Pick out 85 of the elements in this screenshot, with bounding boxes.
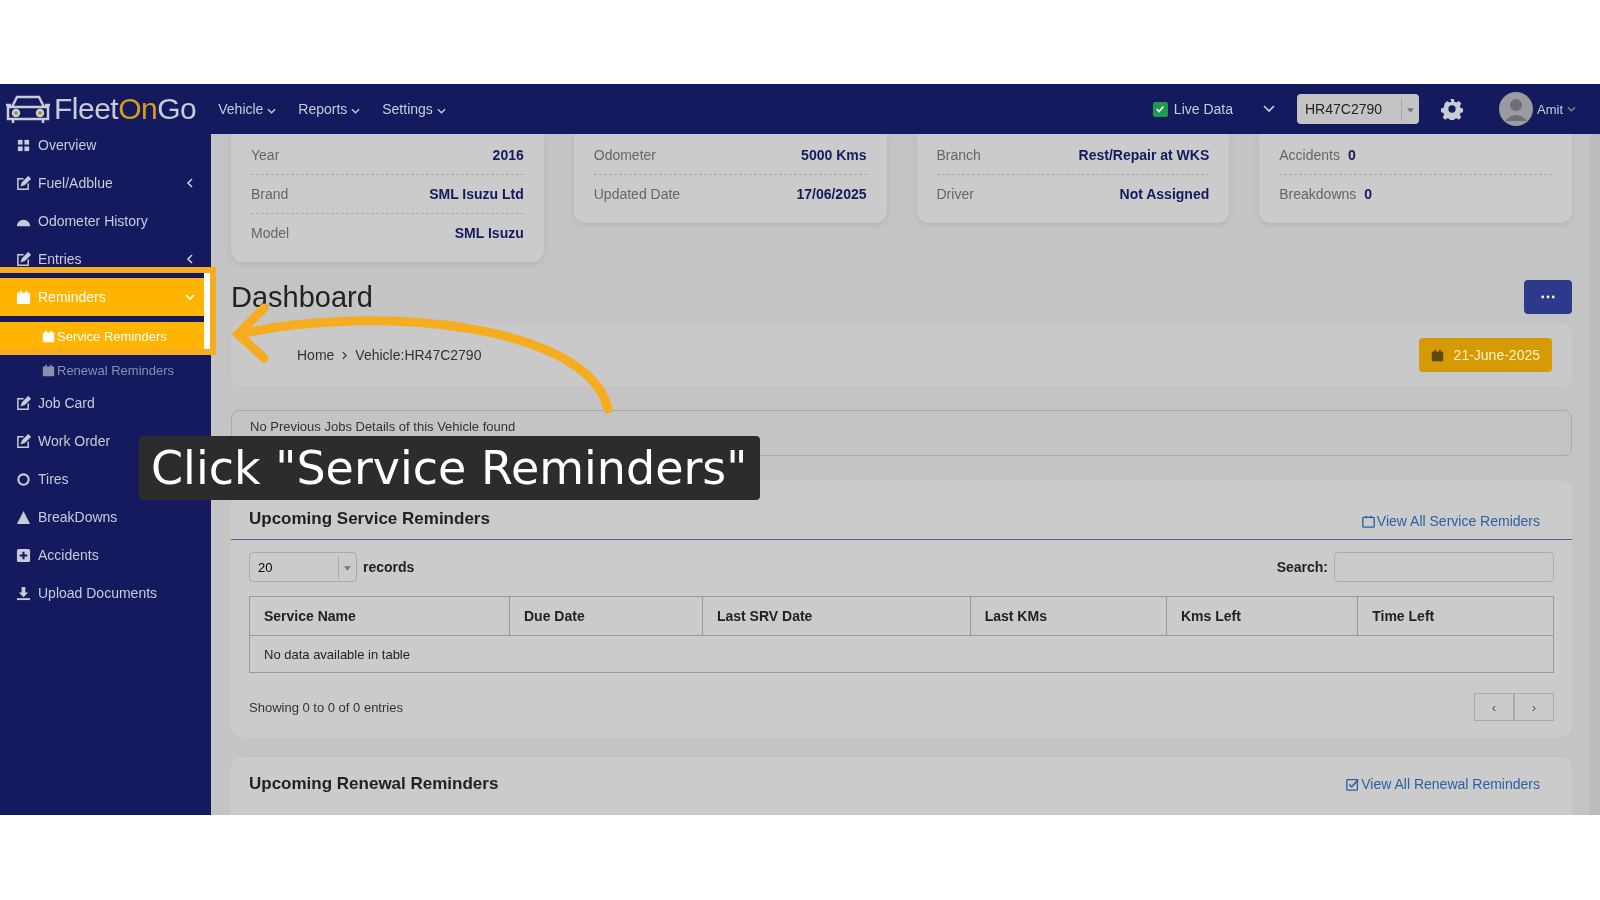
- vehicle-select[interactable]: HR47C2790: [1297, 94, 1419, 124]
- previous-page-button[interactable]: ‹: [1474, 693, 1514, 721]
- column-header[interactable]: Kms Left: [1166, 596, 1358, 636]
- column-header[interactable]: Last SRV Date: [702, 596, 971, 636]
- calendar-icon: [42, 363, 55, 377]
- column-header[interactable]: Last KMs: [970, 596, 1167, 636]
- sidebar-item[interactable]: Upload Documents: [0, 574, 211, 612]
- edit-icon: [16, 433, 31, 449]
- field-label: Branch: [936, 147, 981, 163]
- chevron-down-icon: [351, 108, 361, 114]
- more-icon: [1541, 295, 1555, 299]
- next-page-button[interactable]: ›: [1514, 693, 1554, 721]
- calendar-icon: [1430, 348, 1444, 362]
- field-label: Updated Date: [593, 186, 681, 202]
- panel-title: Upcoming Renewal Reminders: [249, 774, 499, 794]
- field-value: SML Isuzu Ltd: [429, 186, 524, 202]
- field-label: Brand: [251, 186, 289, 202]
- car-icon: [4, 93, 52, 125]
- sidebar-item[interactable]: Job Card: [0, 384, 211, 422]
- caret-icon: [1407, 107, 1414, 113]
- field-value: Not Assigned: [1119, 186, 1210, 202]
- checkbox[interactable]: [1152, 101, 1168, 117]
- column-header[interactable]: Time Left: [1357, 596, 1554, 636]
- field-label: Model: [251, 225, 290, 241]
- edit-icon: [16, 251, 31, 267]
- field-value: 0: [1364, 186, 1373, 202]
- page-title: Dashboard: [231, 280, 373, 314]
- nav-menu[interactable]: Reports: [298, 101, 361, 117]
- field-value: 5000 Kms: [801, 147, 867, 163]
- chevron-down-icon[interactable]: [1263, 105, 1275, 113]
- live-data-toggle[interactable]: Live Data: [1152, 101, 1233, 117]
- search-label: Search:: [1276, 559, 1328, 575]
- field-label: Accidents: [1279, 147, 1340, 163]
- settings-icon[interactable]: [1441, 98, 1463, 120]
- more-button[interactable]: [1524, 280, 1572, 314]
- view-all-link[interactable]: View All Service Remiders: [1361, 513, 1540, 529]
- field-value: 0: [1347, 147, 1356, 163]
- field-label: Odometer: [593, 147, 656, 163]
- sidebar-item[interactable]: Overview: [0, 126, 211, 164]
- down-icon: [16, 585, 31, 601]
- nav-menu[interactable]: Vehicle: [218, 101, 277, 117]
- field-value: 17/06/2025: [796, 186, 867, 202]
- calendar-icon: [42, 329, 55, 343]
- field-value: SML Isuzu: [454, 225, 524, 241]
- grid-icon: [16, 137, 31, 153]
- breadcrumb-link[interactable]: Home: [297, 347, 335, 363]
- sidebar-item[interactable]: Accidents: [0, 536, 211, 574]
- table-info: Showing 0 to 0 of 0 entries: [249, 699, 403, 715]
- chevron-down-icon[interactable]: [1567, 106, 1576, 112]
- scrollbar[interactable]: [1590, 134, 1600, 815]
- field-label: Driver: [936, 186, 974, 202]
- breadcrumb-link[interactable]: Vehicle:HR47C2790: [355, 347, 482, 363]
- edit-icon: [16, 395, 31, 411]
- plus-icon: [16, 547, 31, 563]
- column-header[interactable]: Due Date: [509, 596, 703, 636]
- avatar-icon[interactable]: [1499, 92, 1533, 126]
- view-all-link[interactable]: View All Renewal Reminders: [1346, 776, 1540, 792]
- sidebar-item[interactable]: Fuel/Adblue: [0, 164, 211, 202]
- check-icon: [1155, 104, 1166, 114]
- sidebar-item[interactable]: Entries: [0, 240, 211, 278]
- warn-icon: [16, 509, 31, 525]
- column-header[interactable]: Service Name: [249, 596, 510, 636]
- chevron-down-icon: [436, 108, 446, 114]
- brand-logo[interactable]: FleetOnGo: [54, 92, 197, 126]
- user-name[interactable]: Amit: [1537, 101, 1563, 117]
- nav-menu[interactable]: Settings: [382, 101, 446, 117]
- ring-icon: [16, 471, 31, 487]
- checkbox-icon: [1346, 777, 1360, 791]
- records-label: records: [363, 559, 415, 575]
- panel-title: Upcoming Service Reminders: [249, 509, 490, 529]
- sidebar-item[interactable]: BreakDowns: [0, 498, 211, 536]
- field-value: 2016: [492, 147, 524, 163]
- field-label: Breakdowns: [1279, 186, 1357, 202]
- empty-table-message: No data available in table: [249, 635, 1554, 673]
- edit-icon: [16, 175, 31, 191]
- page-size-select[interactable]: 20: [249, 552, 357, 582]
- sidebar-item[interactable]: Odometer History: [0, 202, 211, 240]
- calendar-icon: [1361, 514, 1375, 528]
- field-label: Year: [251, 147, 280, 163]
- chevron-down-icon: [267, 108, 277, 114]
- field-value: Rest/Repair at WKS: [1078, 147, 1210, 163]
- caret-icon: [344, 565, 351, 571]
- search-field[interactable]: [1334, 552, 1554, 582]
- chevron-right-icon: [342, 350, 348, 360]
- submenu-item[interactable]: Renewal Reminders: [0, 356, 211, 384]
